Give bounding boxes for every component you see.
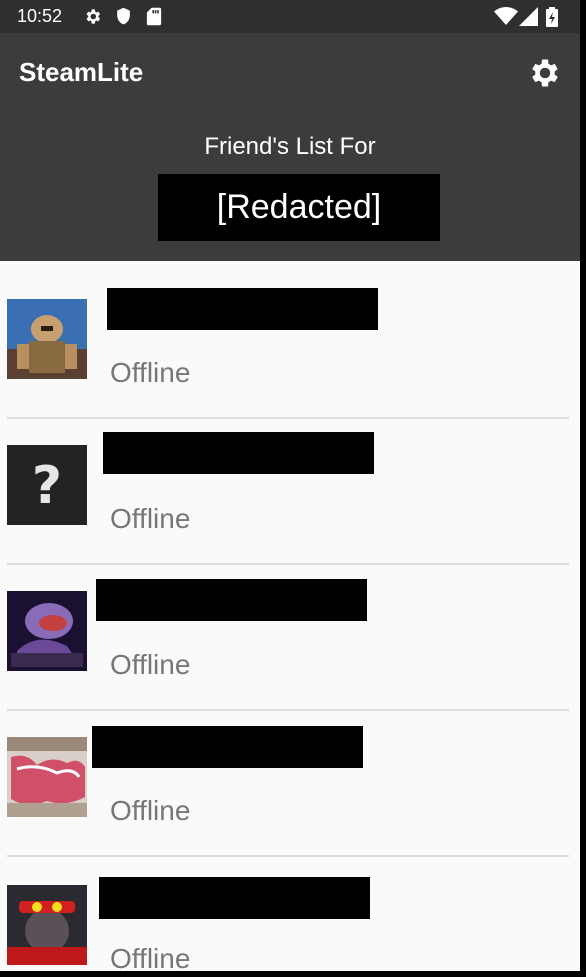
friend-name-redacted bbox=[96, 579, 367, 621]
gear-icon[interactable] bbox=[527, 55, 563, 91]
signal-icon bbox=[519, 7, 538, 26]
friend-name-redacted bbox=[103, 432, 374, 474]
app-title: SteamLite bbox=[19, 57, 144, 87]
friend-row[interactable]: Offline bbox=[0, 553, 580, 711]
gear-icon bbox=[86, 9, 101, 24]
friend-status: Offline bbox=[110, 503, 191, 534]
friend-status: Offline bbox=[110, 649, 191, 680]
friend-name-redacted bbox=[92, 726, 363, 768]
friend-row[interactable]: Offline bbox=[0, 699, 580, 857]
status-bar: 10:52 bbox=[0, 0, 580, 33]
wifi-icon bbox=[494, 7, 518, 25]
svg-text:?: ? bbox=[32, 456, 62, 516]
friend-row[interactable]: ? Offline bbox=[0, 407, 580, 565]
friend-name-redacted bbox=[107, 288, 378, 330]
friend-status: Offline bbox=[110, 357, 191, 388]
warrior-avatar bbox=[7, 299, 87, 379]
battery-icon bbox=[546, 7, 558, 27]
friend-status: Offline bbox=[110, 943, 191, 971]
friend-row[interactable]: Offline bbox=[0, 261, 580, 419]
question-mark-avatar: ? bbox=[7, 445, 87, 525]
shield-icon bbox=[117, 7, 130, 25]
screen-edge bbox=[580, 0, 586, 977]
dog-avatar bbox=[7, 885, 87, 965]
friends-list-header: Friend's List For bbox=[204, 133, 376, 160]
friend-row[interactable]: Offline bbox=[0, 845, 580, 971]
username-display: [Redacted] bbox=[158, 174, 440, 241]
app-window: SteamLite Friend's List For [Redacted] O… bbox=[0, 33, 580, 971]
viper-avatar bbox=[7, 591, 87, 671]
friend-status: Offline bbox=[110, 795, 191, 826]
username-text: [Redacted] bbox=[216, 188, 382, 226]
sd-card-icon bbox=[146, 7, 162, 26]
status-time: 10:52 bbox=[17, 6, 63, 26]
graffiti-avatar bbox=[7, 737, 87, 817]
app-bar: SteamLite Friend's List For [Redacted] bbox=[0, 33, 580, 261]
friend-name-redacted bbox=[99, 877, 370, 919]
